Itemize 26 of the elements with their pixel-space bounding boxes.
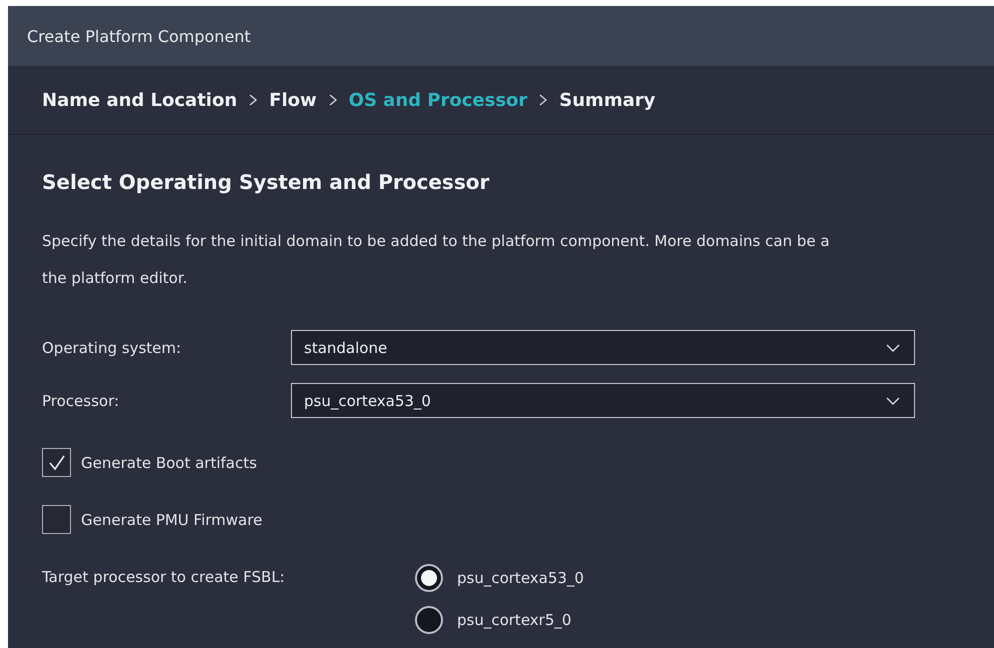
breadcrumb-step[interactable]: Name and Location <box>42 90 238 110</box>
radio-label: psu_cortexr5_0 <box>457 611 572 629</box>
field-label: Target processor to create FSBL: <box>42 568 286 588</box>
field-label: Processor: <box>42 392 120 410</box>
description-text: Specify the details for the initial domain to be added to the platform component. More domains can be a <box>42 231 831 252</box>
checkbox[interactable] <box>42 505 71 534</box>
radio-button[interactable] <box>415 564 443 592</box>
checkbox[interactable] <box>42 448 71 477</box>
radio-button[interactable] <box>415 606 443 634</box>
chevron-right-icon <box>537 93 550 107</box>
window-title: Create Platform Component <box>27 26 251 46</box>
breadcrumb-step[interactable]: OS and Processor <box>348 90 528 110</box>
chevron-right-icon <box>247 93 260 107</box>
check-icon <box>46 454 66 472</box>
radio-label: psu_cortexa53_0 <box>457 569 584 587</box>
dropdown-field[interactable]: psu_cortexa53_0 <box>291 383 915 418</box>
breadcrumb-step[interactable]: Summary <box>559 90 656 110</box>
field-label: Operating system: <box>42 338 182 356</box>
description-text: the platform editor. <box>42 268 188 289</box>
dropdown-field[interactable]: standalone <box>291 330 915 365</box>
breadcrumb-step[interactable]: Flow <box>269 90 317 110</box>
checkbox-label: Generate PMU Firmware <box>81 510 262 528</box>
chevron-down-icon <box>886 396 900 404</box>
chevron-down-icon <box>886 344 900 352</box>
checkbox-label: Generate Boot artifacts <box>81 454 257 472</box>
section-heading: Select Operating System and Processor <box>42 170 490 194</box>
